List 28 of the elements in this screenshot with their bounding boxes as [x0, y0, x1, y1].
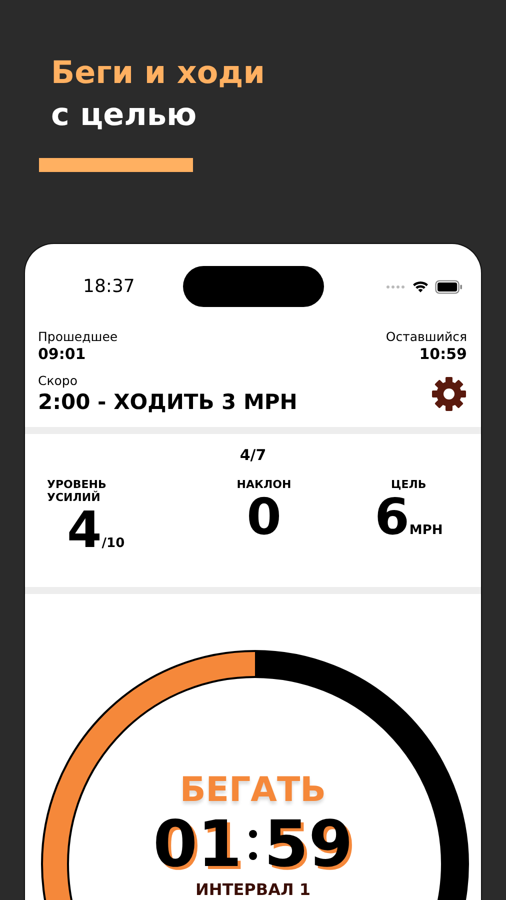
elapsed-label: Прошедшее	[38, 328, 118, 346]
elapsed-time: 09:01	[38, 345, 87, 364]
battery-icon	[435, 280, 463, 294]
signal-dots-icon	[386, 284, 406, 289]
stat-value: 6	[374, 491, 410, 544]
next-interval-title: 2:00 - ХОДИТЬ 3 MPH	[38, 389, 298, 416]
remaining-label: Оставшийся	[386, 328, 467, 346]
settings-icon	[431, 376, 467, 412]
stat-value: 4	[67, 504, 102, 556]
phase-label: БЕГАТЬ	[180, 770, 326, 810]
stat-unit: MPH	[409, 523, 443, 538]
stat-value: 0	[246, 491, 282, 544]
interval-counter: 4/7	[240, 446, 266, 464]
status-time: 18:37	[83, 276, 136, 298]
stat-label: ЦЕЛЬ	[390, 478, 428, 492]
headline: Беги и ходи	[51, 54, 266, 93]
stat-unit: /10	[102, 536, 125, 552]
wifi-icon	[412, 280, 429, 294]
timer-minutes: 01	[152, 810, 242, 880]
remaining-time: 10:59	[418, 345, 467, 364]
colon-icon	[248, 828, 258, 862]
stat-label: УРОВЕНЬ УСИЛИЙ	[47, 478, 108, 504]
next-label: Скоро	[38, 372, 79, 390]
headline: с целью	[51, 96, 198, 135]
interval-label: ИНТЕРВАЛ 1	[196, 880, 310, 900]
timer-seconds: 59	[264, 810, 354, 880]
settings-button[interactable]	[431, 376, 467, 412]
stat-label: НАКЛОН	[236, 478, 292, 492]
